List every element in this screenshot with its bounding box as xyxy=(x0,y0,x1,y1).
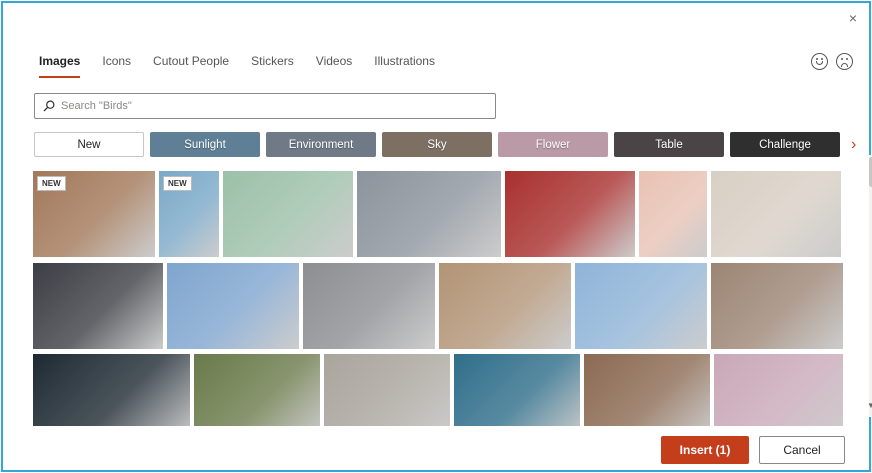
plumeria-flowers-photo[interactable] xyxy=(454,354,580,426)
insert-button[interactable]: Insert (1) xyxy=(661,436,749,464)
warehouse-worker-photo[interactable] xyxy=(439,263,571,349)
close-icon[interactable]: × xyxy=(845,10,861,26)
new-badge: NEW xyxy=(163,176,192,191)
wood-grain-photo[interactable] xyxy=(324,354,450,426)
image-row: NEW NEW xyxy=(33,171,843,257)
category-chip-challenge[interactable]: Challenge xyxy=(730,132,840,157)
industrial-crane-photo[interactable] xyxy=(714,354,843,426)
tab-illustrations[interactable]: Illustrations xyxy=(374,54,435,78)
tab-stickers[interactable]: Stickers xyxy=(251,54,294,78)
tab-images[interactable]: Images xyxy=(39,54,81,78)
scroll-down-icon[interactable]: ▼ xyxy=(867,401,872,410)
chevron-right-icon[interactable]: › xyxy=(851,136,856,154)
search-input[interactable] xyxy=(61,100,481,112)
category-chip-table[interactable]: Table xyxy=(614,132,724,157)
tab-videos[interactable]: Videos xyxy=(316,54,352,78)
smiley-icon[interactable] xyxy=(811,53,828,70)
tab-icons[interactable]: Icons xyxy=(102,54,131,78)
category-filters: New Sunlight Environment Sky Flower Table Chal… xyxy=(34,132,840,157)
tab-bar: Images Icons Cutout People Stickers Vide… xyxy=(39,54,457,78)
cancel-button[interactable]: Cancel xyxy=(759,436,845,464)
balance-spheres-photo[interactable] xyxy=(357,171,501,257)
image-grid: NEW NEW xyxy=(33,171,843,426)
feedback-area xyxy=(811,53,853,70)
new-badge: NEW xyxy=(37,176,66,191)
spiral-staircase-photo[interactable] xyxy=(303,263,435,349)
golden-gate-bridge-photo[interactable] xyxy=(575,263,707,349)
stock-images-dialog: × Images Icons Cutout People Stickers Vi… xyxy=(1,1,872,472)
search-icon xyxy=(43,100,55,112)
tab-cutout-people[interactable]: Cutout People xyxy=(153,54,229,78)
frown-icon[interactable] xyxy=(836,53,853,70)
carrots-photo[interactable] xyxy=(584,354,710,426)
cactus-photo[interactable] xyxy=(639,171,707,257)
gardener-photo[interactable] xyxy=(194,354,320,426)
search-box xyxy=(34,93,496,119)
abstract-fluid-photo[interactable] xyxy=(33,354,190,426)
snowy-mountain-photo[interactable] xyxy=(167,263,299,349)
woman-red-wall-photo[interactable] xyxy=(505,171,635,257)
category-chip-sky[interactable]: Sky xyxy=(382,132,492,157)
category-chip-new[interactable]: New xyxy=(34,132,144,157)
coastline-aerial-photo[interactable] xyxy=(711,263,843,349)
paper-pattern-photo[interactable]: NEW xyxy=(159,171,219,257)
barber-photo[interactable] xyxy=(33,263,163,349)
paper-family-photo[interactable] xyxy=(223,171,353,257)
category-chip-flower[interactable]: Flower xyxy=(498,132,608,157)
cafe-interior-photo[interactable] xyxy=(711,171,841,257)
palette-painting-photo[interactable]: NEW xyxy=(33,171,155,257)
image-row xyxy=(33,263,843,349)
category-chip-environment[interactable]: Environment xyxy=(266,132,376,157)
image-row xyxy=(33,354,843,426)
category-chip-sunlight[interactable]: Sunlight xyxy=(150,132,260,157)
